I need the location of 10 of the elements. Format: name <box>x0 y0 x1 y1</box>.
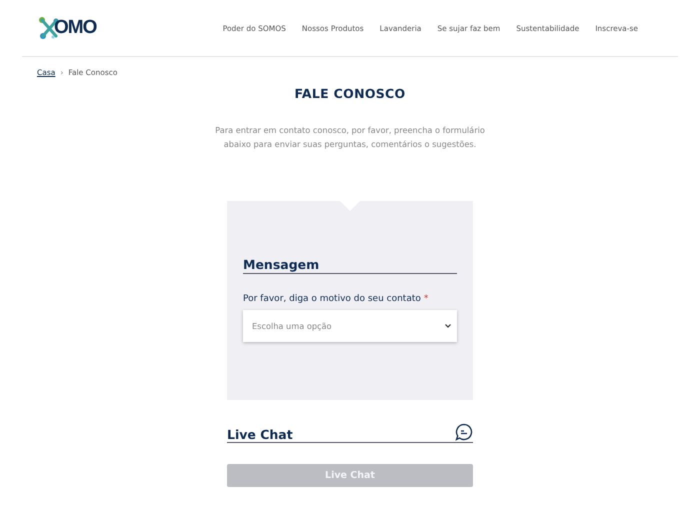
section-heading: Mensagem <box>243 257 457 274</box>
chat-bubble-icon[interactable] <box>455 423 473 441</box>
select-field[interactable]: Escolha uma opção <box>243 310 457 342</box>
intro-text: Para entrar em contato conosco, por favor, preencha o formulário abaixo para enviar suas perguntas, comentários o sugestões. <box>214 124 486 151</box>
field-label: Por favor, diga o motivo do seu contato <box>243 294 421 304</box>
page-title: FALE CONOSCO <box>294 86 406 101</box>
chevron-down-icon <box>445 324 451 328</box>
required-mark: * <box>424 294 428 304</box>
logo[interactable]: OMO <box>38 16 96 40</box>
section-heading: Live Chat <box>227 427 293 442</box>
